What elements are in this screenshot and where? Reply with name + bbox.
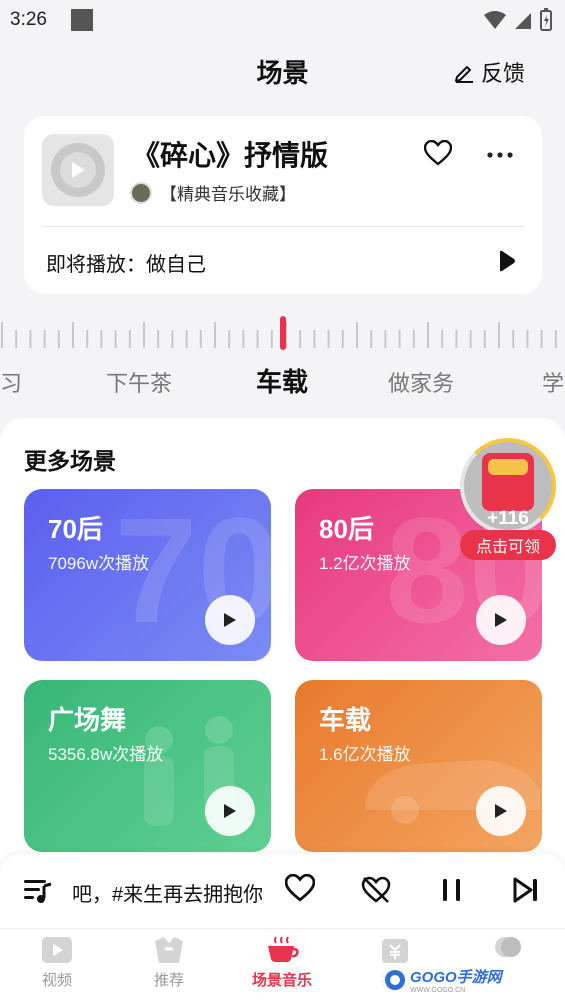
playlist-button[interactable] [22, 876, 54, 911]
avatar [130, 181, 152, 204]
more-options-button[interactable] [486, 138, 514, 166]
scene-play-button[interactable] [476, 786, 526, 836]
scene-card-plays: 1.6亿次播放 [319, 745, 411, 764]
dislike-button[interactable] [360, 874, 392, 909]
now-playing-card[interactable]: 《碎心》抒情版 【精典音乐收藏】 即将播放：做自己 [24, 116, 542, 294]
scene-card-name: 70后 [48, 514, 103, 544]
profile-icon [495, 937, 521, 957]
scene-card-name: 车载 [319, 705, 372, 735]
nav-label: 视频 [41, 972, 72, 989]
more-icon [487, 152, 513, 158]
mini-player[interactable]: 吧，#来生再去拥抱你 [0, 854, 565, 928]
watermark: GOGO手游网 WWW.GOGO.CN [378, 964, 508, 996]
scene-card-plays: 7096w次播放 [48, 554, 150, 573]
nav-label: 推荐 [153, 972, 184, 989]
reward-amount: +116 [487, 508, 529, 529]
page-title: 场景 [256, 57, 309, 88]
scene-card-plays: 1.2亿次播放 [319, 554, 411, 573]
play-icon [500, 250, 515, 272]
play-icon [224, 613, 236, 627]
scene-card-70s[interactable]: 70 70后 7096w次播放 [24, 489, 271, 661]
player-lyric: 吧，#来生再去拥抱你 [72, 884, 262, 906]
scene-tab-study[interactable]: 习 [0, 366, 22, 398]
signal-icon [515, 13, 531, 29]
ruler-indicator [280, 316, 286, 350]
scene-tab-study-2[interactable]: 学 [542, 366, 564, 398]
watermark-logo-icon [385, 970, 405, 990]
scene-tabs: 习 下午茶 车载 做家务 学 [0, 362, 565, 402]
playlist-icon [24, 880, 52, 903]
scene-tab-housework[interactable]: 做家务 [388, 366, 454, 398]
pause-button[interactable] [440, 876, 464, 909]
next-button[interactable] [512, 876, 540, 909]
gift-icon [382, 939, 408, 963]
heart-icon [423, 139, 453, 166]
status-time: 3:26 [10, 9, 47, 30]
scene-tab-afternoon-tea[interactable]: 下午茶 [106, 366, 172, 398]
next-play-button[interactable] [498, 250, 516, 277]
video-icon [42, 937, 72, 963]
play-icon [224, 804, 236, 818]
feedback-button[interactable]: 反馈 [453, 56, 525, 88]
divider [42, 226, 524, 227]
favorite-button[interactable] [423, 139, 453, 171]
disc-icon [51, 143, 105, 197]
status-icons [483, 8, 553, 32]
section-title: 更多场景 [24, 448, 116, 474]
play-icon [495, 804, 507, 818]
pause-icon [443, 879, 460, 901]
reward-claim-button[interactable]: 点击可领 [460, 530, 556, 560]
red-envelope-icon [482, 453, 534, 511]
reward-widget[interactable]: +116 点击可领 [458, 438, 558, 562]
song-title: 《碎心》抒情版 [132, 140, 329, 171]
scene-tab-car[interactable]: 车载 [256, 362, 308, 399]
notification-icon [70, 9, 93, 31]
status-bar: 3:26 [0, 0, 565, 40]
watermark-text: GOGO手游网 [410, 969, 502, 986]
recommend-icon [155, 937, 183, 963]
scene-card-name: 80后 [319, 514, 374, 544]
nav-item-recommend[interactable]: 推荐 [124, 935, 214, 990]
edit-icon [454, 66, 473, 83]
broken-heart-icon [361, 876, 391, 903]
album-name: 【精典音乐收藏】 [160, 185, 296, 204]
next-track-label: 即将播放：做自己 [46, 254, 206, 276]
feedback-label: 反馈 [480, 61, 525, 86]
heart-icon [284, 873, 316, 902]
skip-next-icon [513, 877, 537, 903]
album-cover[interactable] [42, 134, 114, 206]
play-icon [495, 613, 507, 627]
header: 场景 反馈 [0, 44, 565, 98]
scene-card-plays: 5356.8w次播放 [48, 745, 164, 764]
nav-item-video[interactable]: 视频 [12, 935, 102, 990]
battery-icon [540, 8, 552, 31]
scene-card-square-dance[interactable]: 广场舞 5356.8w次播放 [24, 680, 271, 852]
album-row[interactable]: 【精典音乐收藏】 [130, 180, 296, 205]
scene-card-car[interactable]: 车载 1.6亿次播放 [295, 680, 542, 852]
scene-play-button[interactable] [476, 595, 526, 645]
wifi-icon [484, 11, 506, 29]
scene-card-name: 广场舞 [48, 705, 127, 735]
nav-label: 场景音乐 [251, 972, 312, 989]
scene-play-button[interactable] [205, 786, 255, 836]
watermark-subtext: WWW.GOGO.CN [410, 987, 466, 994]
coffee-cup-icon [268, 936, 299, 962]
player-favorite-button[interactable] [284, 873, 316, 907]
nav-item-scene-music[interactable]: 场景音乐 [237, 935, 327, 990]
scene-play-button[interactable] [205, 595, 255, 645]
